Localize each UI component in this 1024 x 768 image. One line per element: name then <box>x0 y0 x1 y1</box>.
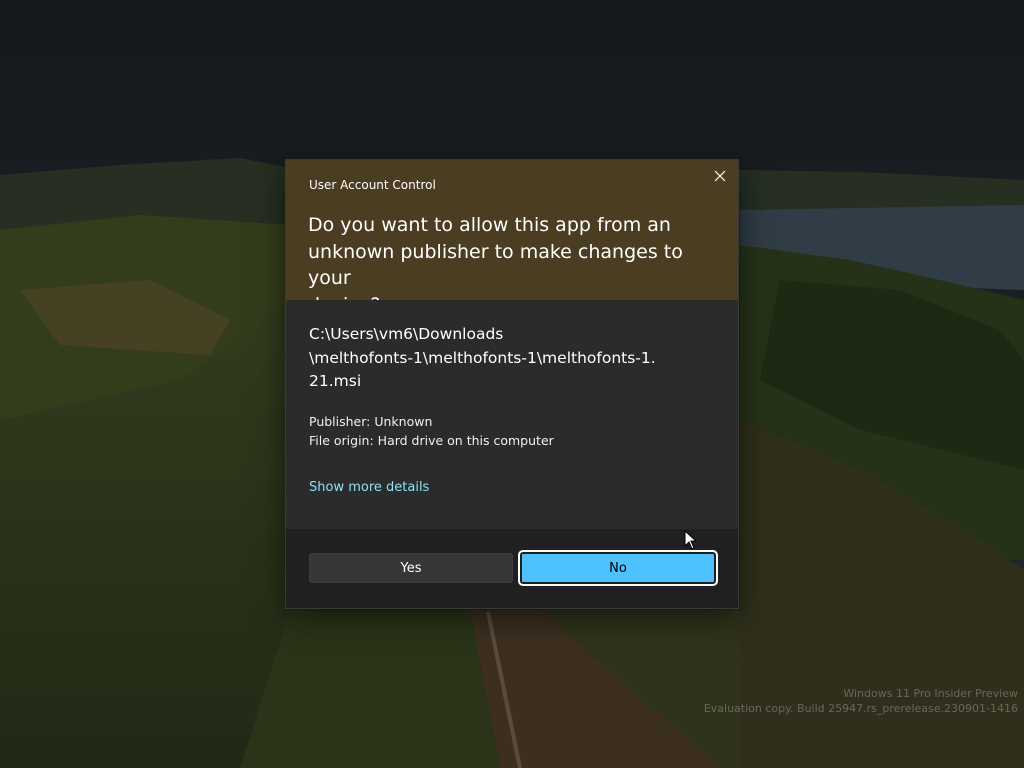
watermark-line-2: Evaluation copy. Build 25947.rs_prerelea… <box>703 702 1018 715</box>
close-icon <box>714 170 726 182</box>
app-path: C:\Users\vm6\Downloads \melthofonts-1\me… <box>309 323 656 394</box>
windows-watermark: Windows 11 Pro Insider Preview Evaluatio… <box>704 686 1018 716</box>
app-path-line-2: \melthofonts-1\melthofonts-1\melthofonts… <box>309 348 656 367</box>
yes-button[interactable]: Yes <box>309 553 513 583</box>
desktop: User Account Control Do you want to allo… <box>0 0 1024 768</box>
close-button[interactable] <box>704 162 736 190</box>
uac-dialog: User Account Control Do you want to allo… <box>285 159 739 609</box>
publisher-text: Publisher: Unknown <box>309 414 433 429</box>
app-path-line-3: 21.msi <box>309 372 362 390</box>
question-line-2: unknown publisher to make changes to you… <box>308 240 683 290</box>
uac-footer: Yes No <box>286 529 738 608</box>
no-button[interactable]: No <box>518 550 718 586</box>
watermark-line-1: Windows 11 Pro Insider Preview <box>843 687 1018 700</box>
mouse-cursor-icon <box>684 530 698 550</box>
uac-header: User Account Control Do you want to allo… <box>286 160 738 316</box>
app-path-line-1: C:\Users\vm6\Downloads <box>309 325 504 343</box>
uac-title: User Account Control <box>309 178 436 192</box>
file-origin-text: File origin: Hard drive on this computer <box>309 433 554 448</box>
show-more-details-link[interactable]: Show more details <box>309 480 429 495</box>
uac-body: C:\Users\vm6\Downloads \melthofonts-1\me… <box>286 300 738 529</box>
question-line-1: Do you want to allow this app from an <box>308 214 671 236</box>
